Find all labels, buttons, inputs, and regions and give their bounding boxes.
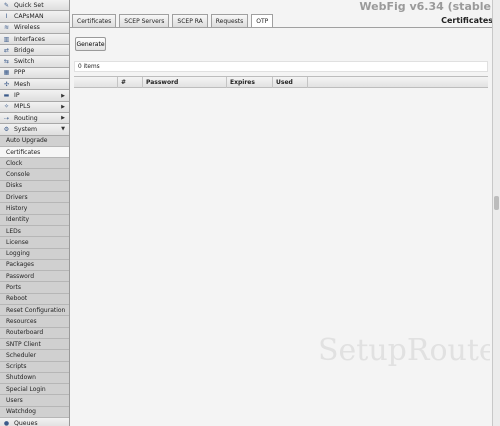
sidebar-item-label: MPLS <box>14 103 31 111</box>
sidebar-item-label: Interfaces <box>14 35 45 43</box>
tab-otp[interactable]: OTP <box>251 14 274 27</box>
submenu-item-shutdown[interactable]: Shutdown <box>0 372 69 385</box>
mesh-icon: ✣ <box>3 80 10 88</box>
switch-icon: ⇆ <box>3 58 10 66</box>
tab-certificates[interactable]: Certificates <box>72 14 117 27</box>
tab-bar-divider <box>70 27 492 28</box>
system-icon: ⚙ <box>3 125 10 133</box>
sidebar-item-mesh[interactable]: ✣ Mesh <box>0 79 69 91</box>
sidebar-item-quick-set[interactable]: ✎ Quick Set <box>0 0 69 12</box>
interfaces-icon: ▥ <box>3 35 10 43</box>
submenu-item-clock[interactable]: Clock <box>0 158 69 170</box>
sidebar-item-label: System <box>14 125 38 133</box>
sidebar-item-bridge[interactable]: ⇄ Bridge <box>0 45 69 57</box>
chevron-right-icon: ▶ <box>61 115 65 122</box>
sidebar-item-mpls[interactable]: ✧ MPLS ▶ <box>0 101 69 113</box>
submenu-item-scheduler[interactable]: Scheduler <box>0 350 69 362</box>
submenu-item-ports[interactable]: Ports <box>0 282 69 294</box>
mpls-icon: ✧ <box>3 103 10 111</box>
watermark: SetupRouter.com <box>318 333 490 368</box>
submenu-item-packages[interactable]: Packages <box>0 259 69 272</box>
column-header-number[interactable]: # <box>118 77 143 88</box>
submenu-item-history[interactable]: History <box>0 203 69 215</box>
page-scrollbar[interactable] <box>492 0 500 426</box>
submenu-item-auto-upgrade[interactable]: Auto Upgrade <box>0 135 69 147</box>
sidebar-item-label: PPP <box>14 69 26 77</box>
sidebar-item-wireless[interactable]: ≋ Wireless <box>0 22 69 34</box>
table-header: # Password Expires Used <box>74 76 488 88</box>
submenu-item-users[interactable]: Users <box>0 395 69 407</box>
sidebar-item-system[interactable]: ⚙ System ▼ <box>0 124 69 136</box>
generate-button[interactable]: Generate <box>75 37 106 51</box>
chevron-right-icon: ▶ <box>61 103 65 110</box>
column-header-password[interactable]: Password <box>143 77 227 88</box>
submenu-item-certificates[interactable]: Certificates <box>0 146 69 159</box>
sidebar-item-interfaces[interactable]: ▥ Interfaces <box>0 33 69 46</box>
sidebar-item-queues[interactable]: ● Queues <box>0 417 69 426</box>
sidebar-item-ip[interactable]: ▬ IP ▶ <box>0 90 69 102</box>
sidebar-item-ppp[interactable]: ▦ PPP <box>0 67 69 80</box>
chevron-right-icon: ▶ <box>61 92 65 99</box>
submenu-item-sntp-client[interactable]: SNTP Client <box>0 338 69 351</box>
item-count-bar: 0 items <box>74 61 488 72</box>
scrollbar-thumb[interactable] <box>494 196 499 210</box>
ip-icon: ▬ <box>3 92 10 100</box>
sidebar-item-label: Switch <box>14 58 35 66</box>
sidebar-item-routing[interactable]: ⇢ Routing ▶ <box>0 112 69 125</box>
submenu-item-resources[interactable]: Resources <box>0 316 69 328</box>
page-title: Certificates <box>441 16 493 25</box>
sidebar-item-capsman[interactable]: Ⅰ CAPsMAN <box>0 11 69 23</box>
sidebar-item-switch[interactable]: ⇆ Switch <box>0 56 69 68</box>
submenu-item-leds[interactable]: LEDs <box>0 225 69 238</box>
submenu-item-special-login[interactable]: Special Login <box>0 384 69 396</box>
capsman-icon: Ⅰ <box>5 12 8 20</box>
tab-scep-servers[interactable]: SCEP Servers <box>119 14 170 27</box>
submenu-item-license[interactable]: License <box>0 237 69 249</box>
sidebar-item-label: Routing <box>14 114 38 122</box>
submenu-item-disks[interactable]: Disks <box>0 180 69 193</box>
tab-requests[interactable]: Requests <box>210 14 249 27</box>
submenu-item-reboot[interactable]: Reboot <box>0 293 69 306</box>
queues-icon: ● <box>3 419 10 426</box>
submenu-item-logging[interactable]: Logging <box>0 248 69 260</box>
submenu-item-watchdog[interactable]: Watchdog <box>0 406 69 418</box>
wireless-icon: ≋ <box>3 24 10 32</box>
ppp-icon: ▦ <box>3 69 10 77</box>
routing-icon: ⇢ <box>3 114 10 122</box>
column-header-used[interactable]: Used <box>273 77 308 88</box>
sidebar-item-label: Mesh <box>14 80 31 88</box>
submenu-item-identity[interactable]: Identity <box>0 214 69 226</box>
item-count: 0 items <box>78 63 100 70</box>
submenu-item-password[interactable]: Password <box>0 271 69 283</box>
tab-scep-ra[interactable]: SCEP RA <box>172 14 208 27</box>
sidebar-item-label: IP <box>14 92 20 100</box>
sidebar-item-label: Bridge <box>14 46 35 54</box>
submenu-item-console[interactable]: Console <box>0 169 69 181</box>
submenu-item-scripts[interactable]: Scripts <box>0 361 69 373</box>
column-header-select[interactable] <box>74 77 118 88</box>
submenu-item-routerboard[interactable]: Routerboard <box>0 327 69 339</box>
column-header-expires[interactable]: Expires <box>227 77 273 88</box>
tab-bar: Certificates SCEP Servers SCEP RA Requests O… <box>72 14 276 27</box>
quick-set-icon: ✎ <box>3 1 10 9</box>
sidebar: ✎ Quick Set Ⅰ CAPsMAN ≋ Wireless ▥ Interfaces ⇄ B… <box>0 0 70 426</box>
chevron-down-icon: ▼ <box>61 126 65 133</box>
sidebar-item-label: Queues <box>14 419 38 426</box>
submenu-item-drivers[interactable]: Drivers <box>0 192 69 204</box>
sidebar-item-label: Wireless <box>14 24 40 32</box>
sidebar-item-label: CAPsMAN <box>14 12 44 20</box>
submenu-item-reset-configuration[interactable]: Reset Configuration <box>0 305 69 317</box>
sidebar-item-label: Quick Set <box>14 1 44 9</box>
bridge-icon: ⇄ <box>3 46 10 54</box>
brand-title: WebFig v6.34 (stable) <box>359 0 496 13</box>
